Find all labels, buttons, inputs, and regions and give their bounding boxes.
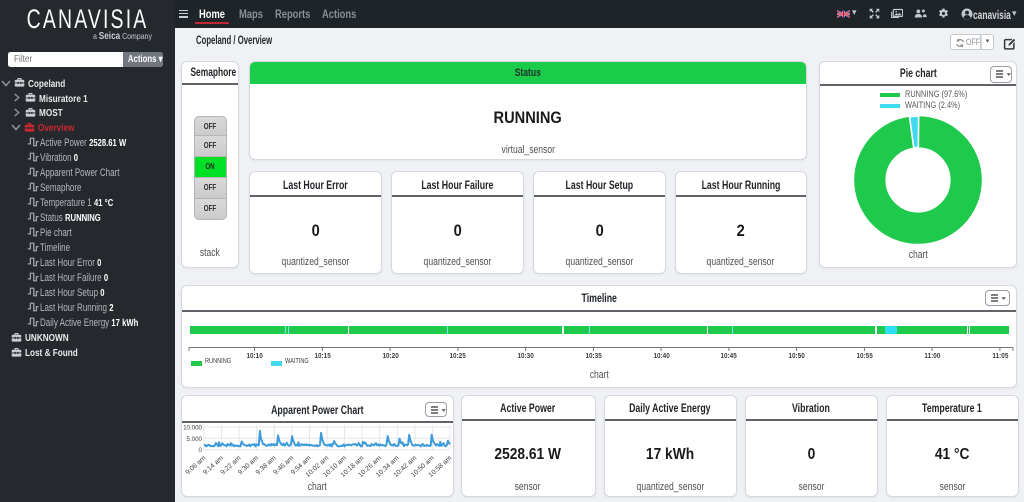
svg-text:5.000: 5.000 bbox=[187, 436, 203, 443]
svg-text:0: 0 bbox=[199, 447, 203, 454]
svg-text:10.000: 10.000 bbox=[183, 425, 202, 432]
